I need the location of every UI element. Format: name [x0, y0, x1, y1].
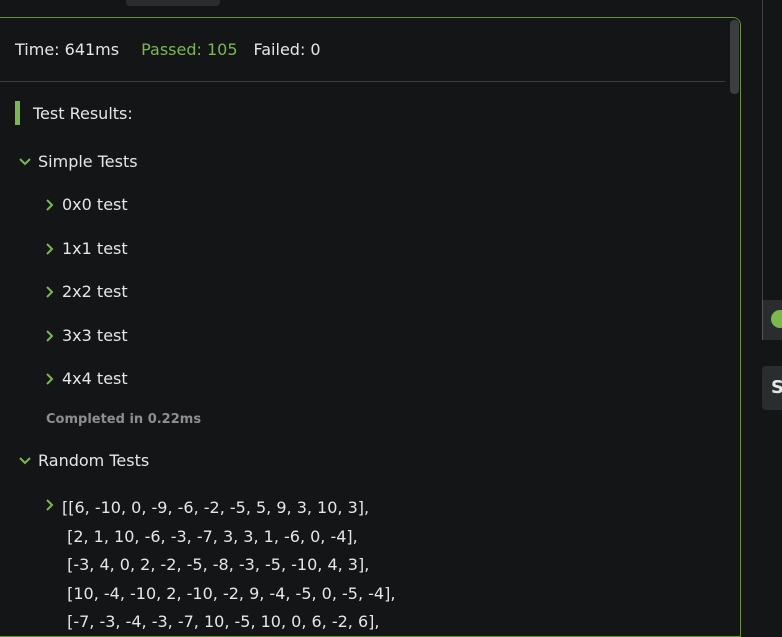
test-item-3x3[interactable]: 3x3 test — [44, 326, 128, 345]
results-title: Test Results: — [33, 103, 133, 123]
input-line: [[6, -10, 0, -9, -6, -2, -5, 5, 9, 3, 10… — [62, 498, 370, 517]
test-item-1x1[interactable]: 1x1 test — [44, 239, 128, 258]
chevron-right-icon — [46, 499, 54, 511]
failed-count: Failed: 0 — [253, 40, 321, 59]
test-item-label: 0x0 test — [62, 195, 128, 214]
test-item-0x0[interactable]: 0x0 test — [44, 195, 128, 214]
group-label: Random Tests — [38, 451, 150, 470]
chevron-right-icon — [46, 329, 54, 342]
chevron-right-icon — [46, 198, 54, 211]
chevron-right-icon — [46, 372, 54, 385]
scrollbar-thumb[interactable] — [730, 20, 739, 94]
right-card-header: S — [762, 366, 782, 410]
random-test-input: [[6, -10, 0, -9, -6, -2, -5, 5, 9, 3, 10… — [62, 494, 396, 636]
test-item-4x4[interactable]: 4x4 test — [44, 369, 128, 388]
group-random-tests[interactable]: Random Tests — [18, 451, 149, 470]
test-summary-bar: Time: 641ms Passed: 105 Failed: 0 — [0, 18, 725, 82]
group-simple-tests[interactable]: Simple Tests — [18, 152, 138, 171]
test-item-label: 2x2 test — [62, 282, 128, 301]
chevron-right-icon — [46, 242, 54, 255]
test-output-panel: Time: 641ms Passed: 105 Failed: 0 Test R… — [0, 17, 741, 637]
test-item-label: 1x1 test — [62, 239, 128, 258]
test-item-label: 3x3 test — [62, 326, 128, 345]
random-test-item[interactable]: [[6, -10, 0, -9, -6, -2, -5, 5, 9, 3, 10… — [44, 494, 396, 636]
input-line: [-7, -3, -4, -3, -7, 10, -5, 10, 0, 6, -… — [62, 612, 380, 631]
results-accent-bar — [15, 101, 20, 125]
chevron-right-icon — [46, 285, 54, 298]
group-label: Simple Tests — [38, 152, 138, 171]
input-line: [10, -4, -10, 2, -10, -2, 9, -4, -5, 0, … — [62, 583, 396, 603]
test-results-heading: Test Results: — [15, 101, 133, 125]
editor-tab[interactable] — [126, 0, 220, 6]
test-item-2x2[interactable]: 2x2 test — [44, 282, 128, 301]
right-pane-top — [762, 0, 782, 300]
chevron-down-icon — [19, 157, 31, 165]
test-item-label: 4x4 test — [62, 369, 128, 388]
completed-time: Completed in 0.22ms — [46, 412, 202, 427]
chevron-down-icon — [19, 456, 31, 464]
input-line: [-3, 4, 0, 2, -2, -5, -8, -3, -5, -10, 4… — [62, 555, 370, 574]
passed-count: Passed: 105 — [141, 40, 238, 59]
check-circle-icon — [771, 310, 782, 328]
time-label: Time: 641ms — [15, 40, 120, 59]
input-line: [2, 1, 10, -6, -3, -7, 3, 3, 1, -6, 0, -… — [62, 526, 358, 546]
